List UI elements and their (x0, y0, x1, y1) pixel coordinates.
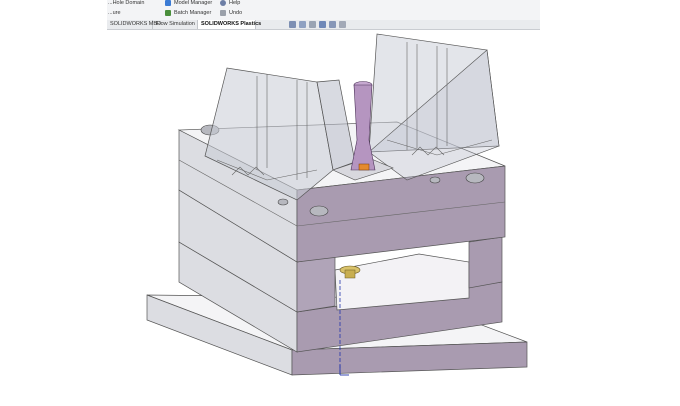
command-ribbon: ...Hole Domain ...ure Model Manager Batc… (107, 0, 540, 21)
batch-manager-button[interactable]: Batch Manager (165, 10, 211, 16)
help-icon (220, 0, 226, 6)
undo-label: Undo (229, 10, 243, 16)
previous-view-icon[interactable] (309, 21, 316, 28)
graphics-area[interactable] (107, 30, 540, 406)
ejector-pin-shaft (344, 269, 356, 279)
zoom-to-fit-icon[interactable] (289, 21, 296, 28)
mold-assembly-model[interactable] (107, 30, 540, 406)
spacer-block-right (468, 236, 503, 289)
tab-flow-simulation[interactable]: Flow Simulation (153, 20, 198, 29)
undo-icon (220, 10, 226, 16)
tab-solidworks-mbd[interactable]: SOLIDWORKS MBD (107, 20, 161, 29)
undo-button[interactable]: Undo (220, 10, 242, 16)
ribbon-left-item-2[interactable]: ...ure (108, 10, 121, 16)
batch-manager-icon (165, 10, 171, 16)
heads-up-view-toolbar (289, 21, 346, 28)
display-style-icon[interactable] (339, 21, 346, 28)
tab-solidworks-plastics[interactable]: SOLIDWORKS Plastics (198, 20, 261, 29)
help-button[interactable]: Help (220, 0, 240, 6)
view-orientation-icon[interactable] (329, 21, 336, 28)
tab-label: Flow Simulation (156, 21, 195, 27)
batch-manager-label: Batch Manager (174, 10, 212, 16)
model-manager-button[interactable]: Model Manager (165, 0, 212, 6)
solidworks-window: ...Hole Domain ...ure Model Manager Batc… (107, 0, 540, 406)
model-manager-label: Model Manager (174, 0, 213, 6)
ribbon-left-label-2: ...ure (108, 10, 121, 16)
model-manager-icon (165, 0, 171, 6)
tab-label: SOLIDWORKS Plastics (201, 21, 262, 27)
gate (358, 163, 370, 171)
ribbon-left-label-1: ...Hole Domain (108, 0, 145, 6)
zoom-area-icon[interactable] (299, 21, 306, 28)
ribbon-left-item-1[interactable]: ...Hole Domain (108, 0, 144, 6)
help-label: Help (229, 0, 241, 6)
spacer-block-left-side (296, 255, 336, 313)
section-view-icon[interactable] (319, 21, 326, 28)
